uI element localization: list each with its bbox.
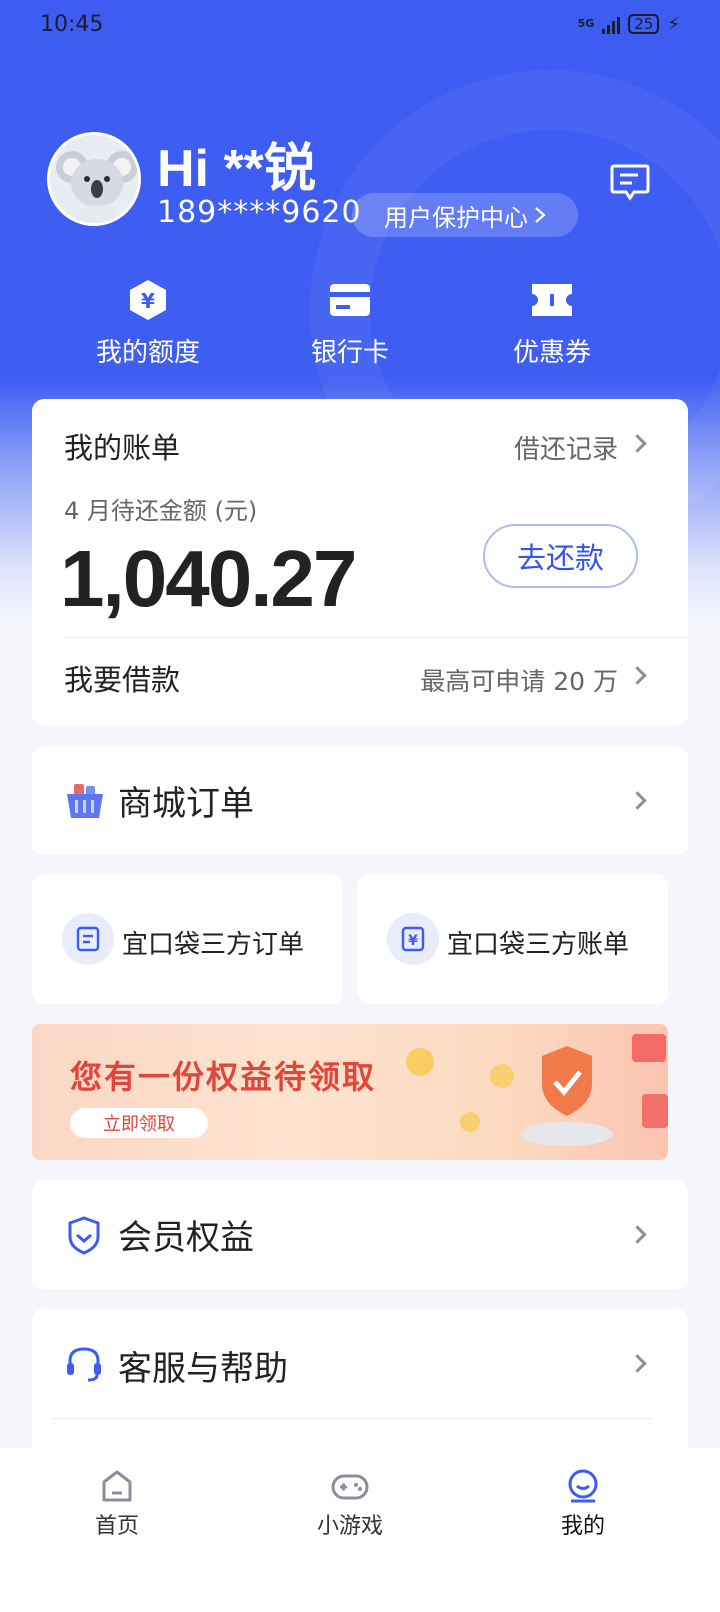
membership-benefits-label: 会员权益 bbox=[118, 1218, 254, 1258]
status-bar: 10:45 5G 25 ⚡ bbox=[0, 0, 720, 48]
signal-icon bbox=[602, 14, 621, 34]
quick-action-quota[interactable]: ¥ 我的额度 bbox=[68, 278, 228, 369]
status-indicators: 5G 25 ⚡ bbox=[578, 14, 680, 35]
chevron-right-icon bbox=[628, 791, 647, 810]
protection-center-label: 用户保护中心 bbox=[384, 203, 528, 232]
quota-icon: ¥ bbox=[130, 280, 166, 320]
battery-level: 25 bbox=[634, 15, 654, 33]
third-party-orders-card[interactable]: 宜口袋三方订单 bbox=[32, 874, 343, 1004]
message-icon[interactable] bbox=[608, 160, 652, 204]
claim-now-button[interactable]: 立即领取 bbox=[70, 1108, 208, 1138]
chevron-right-icon bbox=[535, 207, 546, 223]
quick-actions: ¥ 我的额度 银行卡 优惠券 bbox=[0, 278, 720, 378]
service-card: 客服与帮助 bbox=[32, 1309, 688, 1448]
divider bbox=[64, 637, 688, 638]
due-amount-value: 1,040.27 bbox=[60, 534, 357, 623]
order-doc-icon bbox=[62, 913, 114, 965]
chevron-right-icon bbox=[628, 1354, 647, 1373]
bill-card: 我的账单 借还记录 4 月待还金额 (元) 1,040.27 去还款 我要借款 … bbox=[32, 399, 688, 726]
chevron-right-icon bbox=[628, 1225, 647, 1244]
borrow-limit-note: 最高可申请 20 万 bbox=[420, 667, 618, 696]
bill-title: 我的账单 bbox=[64, 431, 181, 465]
borrow-title: 我要借款 bbox=[64, 663, 181, 697]
membership-benefits-row[interactable]: 会员权益 bbox=[32, 1180, 688, 1289]
quick-action-label: 我的额度 bbox=[95, 338, 200, 368]
third-party-bills-label: 宜口袋三方账单 bbox=[447, 930, 630, 960]
tab-label: 小游戏 bbox=[316, 1514, 383, 1539]
quick-action-bank-card[interactable]: 银行卡 bbox=[270, 278, 430, 369]
profile-icon bbox=[568, 1469, 598, 1503]
third-party-orders-label: 宜口袋三方订单 bbox=[122, 930, 305, 960]
bottom-tab-bar: 首页 小游戏 我的 bbox=[0, 1448, 720, 1612]
quick-action-label: 优惠券 bbox=[512, 338, 591, 368]
home-icon bbox=[102, 1470, 132, 1502]
chevron-right-icon bbox=[628, 666, 647, 685]
banner-title: 您有一份权益待领取 bbox=[70, 1058, 377, 1096]
third-party-bills-card[interactable]: ¥ 宜口袋三方账单 bbox=[357, 874, 668, 1004]
bank-card-icon bbox=[330, 284, 370, 316]
svg-text:¥: ¥ bbox=[141, 289, 155, 313]
svg-text:¥: ¥ bbox=[408, 933, 418, 949]
quick-action-label: 银行卡 bbox=[310, 338, 389, 368]
customer-service-label: 客服与帮助 bbox=[118, 1349, 288, 1389]
battery-icon: 25 bbox=[628, 14, 660, 34]
shopping-basket-icon bbox=[67, 783, 103, 818]
status-time: 10:45 bbox=[40, 11, 104, 37]
tab-label: 我的 bbox=[560, 1514, 605, 1539]
headset-icon bbox=[67, 1347, 101, 1382]
repayment-history-link[interactable]: 借还记录 bbox=[514, 429, 618, 466]
bill-yuan-icon: ¥ bbox=[387, 913, 439, 965]
benefits-promo-banner[interactable]: 您有一份权益待领取 立即领取 bbox=[32, 1024, 668, 1160]
tab-label: 首页 bbox=[94, 1514, 139, 1539]
mall-orders-label: 商城订单 bbox=[118, 784, 254, 824]
user-phone: 189****9620 bbox=[157, 195, 362, 230]
tab-home[interactable]: 首页 bbox=[47, 1468, 187, 1540]
gamepad-icon bbox=[331, 1474, 369, 1500]
mall-orders-row[interactable]: 商城订单 bbox=[32, 746, 688, 855]
member-badge-icon bbox=[68, 1215, 100, 1255]
due-amount-label: 4 月待还金额 (元) bbox=[64, 497, 258, 525]
divider bbox=[52, 1418, 652, 1419]
chevron-right-icon bbox=[628, 434, 647, 453]
coupon-icon bbox=[532, 284, 572, 316]
tab-mini-games[interactable]: 小游戏 bbox=[280, 1468, 420, 1540]
repay-button[interactable]: 去还款 bbox=[483, 524, 638, 588]
network-type: 5G bbox=[577, 17, 595, 30]
avatar[interactable] bbox=[47, 132, 141, 226]
tab-mine[interactable]: 我的 bbox=[513, 1468, 653, 1540]
user-greeting: Hi **锐 bbox=[157, 140, 316, 198]
user-protection-center-link[interactable]: 用户保护中心 bbox=[352, 193, 578, 237]
customer-service-row[interactable]: 客服与帮助 bbox=[32, 1309, 688, 1418]
charging-icon: ⚡ bbox=[667, 13, 680, 35]
quick-action-coupon[interactable]: 优惠券 bbox=[472, 278, 632, 369]
